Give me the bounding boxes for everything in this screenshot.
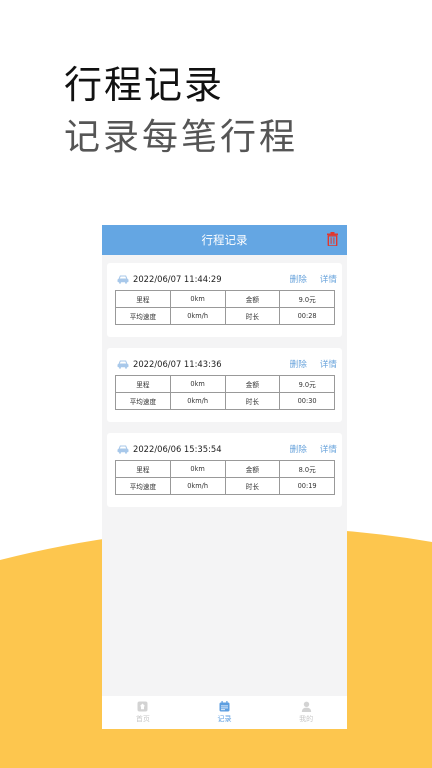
promo-title: 行程记录 [64, 63, 225, 107]
stat-label-amount: 金额 [224, 375, 281, 393]
stat-value-avg-speed: 0km/h [169, 392, 226, 410]
user-icon [301, 701, 311, 712]
stat-value-duration: 00:19 [279, 477, 335, 495]
tab-label: 我的 [299, 715, 314, 723]
car-icon [117, 360, 129, 369]
tab-records[interactable]: 记录 [184, 696, 266, 729]
tab-label: 记录 [217, 715, 232, 723]
tab-profile[interactable]: 我的 [265, 696, 347, 729]
stat-value-distance: 0km [169, 290, 226, 308]
stat-label-duration: 时长 [224, 392, 281, 410]
detail-button[interactable]: 详情 [320, 443, 337, 455]
delete-button[interactable]: 删除 [290, 358, 307, 370]
record-card: 2022/06/07 11:44:29 删除 详情 里程 0km 金额 9.0元… [107, 263, 342, 337]
record-header: 2022/06/06 15:35:54 删除 详情 [115, 441, 337, 457]
stat-label-distance: 里程 [115, 290, 171, 308]
stat-label-duration: 时长 [224, 307, 281, 325]
record-stats-table: 里程 0km 金额 8.0元 平均速度 0km/h 时长 00:19 [115, 460, 335, 495]
app-title: 行程记录 [201, 233, 248, 247]
app-header: 行程记录 [102, 225, 347, 255]
delete-button[interactable]: 删除 [290, 273, 307, 285]
record-stats-table: 里程 0km 金额 9.0元 平均速度 0km/h 时长 00:28 [115, 290, 335, 325]
stat-label-avg-speed: 平均速度 [115, 392, 171, 410]
record-time: 2022/06/07 11:44:29 [133, 274, 222, 284]
stat-value-amount: 9.0元 [279, 290, 335, 308]
stat-value-distance: 0km [169, 375, 226, 393]
stat-value-duration: 00:30 [279, 392, 335, 410]
trash-icon[interactable] [327, 232, 338, 246]
stat-label-distance: 里程 [115, 460, 171, 478]
record-stats-table: 里程 0km 金额 9.0元 平均速度 0km/h 时长 00:30 [115, 375, 335, 410]
phone-screen: 行程记录 2022/06/07 11:44:29 删除 详情 里程 0km 金额… [102, 225, 347, 729]
record-header: 2022/06/07 11:44:29 删除 详情 [115, 271, 337, 287]
stat-label-amount: 金额 [224, 460, 281, 478]
record-header: 2022/06/07 11:43:36 删除 详情 [115, 356, 337, 372]
promo-subtitle: 记录每笔行程 [64, 117, 299, 158]
stat-value-distance: 0km [169, 460, 226, 478]
table-row: 平均速度 0km/h 时长 00:30 [115, 392, 335, 410]
stat-value-amount: 9.0元 [279, 375, 335, 393]
stat-label-amount: 金额 [224, 290, 281, 308]
tab-home[interactable]: 首页 [102, 696, 184, 729]
table-row: 里程 0km 金额 9.0元 [115, 290, 335, 308]
stat-label-avg-speed: 平均速度 [115, 307, 171, 325]
table-row: 平均速度 0km/h 时长 00:19 [115, 477, 335, 495]
record-list: 2022/06/07 11:44:29 删除 详情 里程 0km 金额 9.0元… [102, 255, 347, 507]
stat-label-distance: 里程 [115, 375, 171, 393]
stat-label-duration: 时长 [224, 477, 281, 495]
table-row: 里程 0km 金额 9.0元 [115, 375, 335, 393]
bottom-tab-bar: 首页 记录 我的 [102, 696, 347, 729]
table-row: 里程 0km 金额 8.0元 [115, 460, 335, 478]
detail-button[interactable]: 详情 [320, 358, 337, 370]
table-row: 平均速度 0km/h 时长 00:28 [115, 307, 335, 325]
car-icon [117, 445, 129, 454]
stat-value-duration: 00:28 [279, 307, 335, 325]
stat-label-avg-speed: 平均速度 [115, 477, 171, 495]
record-card: 2022/06/06 15:35:54 删除 详情 里程 0km 金额 8.0元… [107, 433, 342, 507]
record-time: 2022/06/06 15:35:54 [133, 444, 222, 454]
stat-value-avg-speed: 0km/h [169, 477, 226, 495]
delete-button[interactable]: 删除 [290, 443, 307, 455]
record-card: 2022/06/07 11:43:36 删除 详情 里程 0km 金额 9.0元… [107, 348, 342, 422]
home-icon [137, 701, 148, 712]
record-time: 2022/06/07 11:43:36 [133, 359, 222, 369]
detail-button[interactable]: 详情 [320, 273, 337, 285]
calendar-icon [219, 701, 230, 712]
tab-label: 首页 [135, 715, 150, 723]
car-icon [117, 275, 129, 284]
stat-value-amount: 8.0元 [279, 460, 335, 478]
stat-value-avg-speed: 0km/h [169, 307, 226, 325]
